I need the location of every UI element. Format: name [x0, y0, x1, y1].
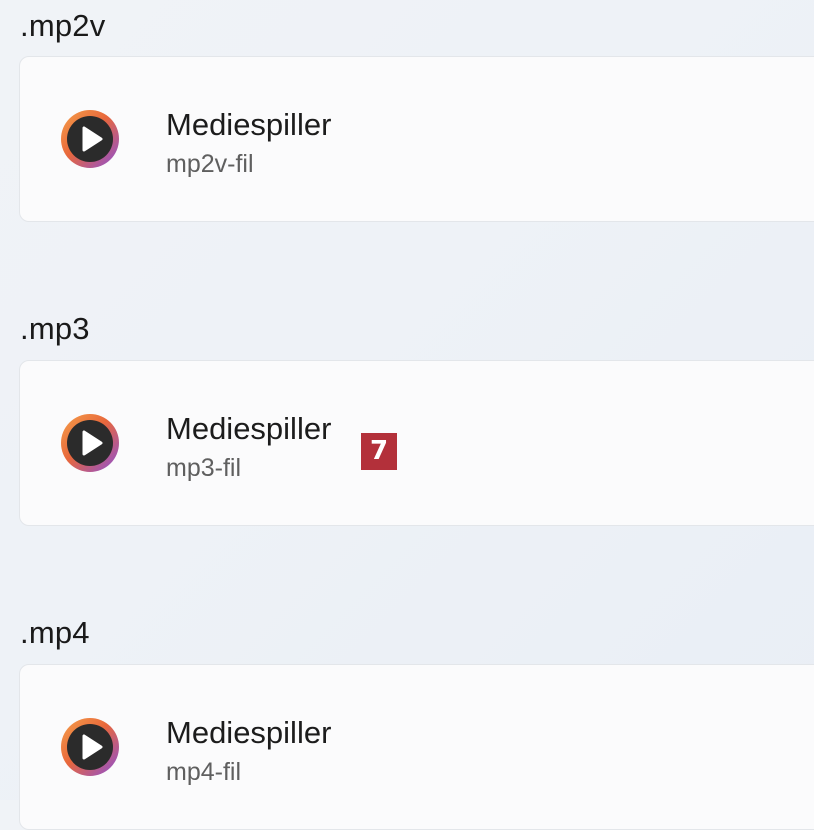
app-name: Mediespiller — [166, 107, 332, 142]
media-player-icon — [61, 110, 119, 168]
file-type-description: mp2v-fil — [166, 150, 254, 178]
default-app-card-mp2v[interactable]: Mediespiller mp2v-fil — [19, 56, 814, 222]
extension-heading: .mp2v — [20, 8, 106, 43]
default-app-card-mp4[interactable]: Mediespiller mp4-fil — [19, 664, 814, 830]
app-name: Mediespiller — [166, 715, 332, 750]
file-type-description: mp3-fil — [166, 454, 242, 482]
extension-heading: .mp3 — [20, 311, 90, 346]
default-app-card-mp3[interactable]: Mediespiller mp3-fil — [19, 360, 814, 526]
extension-heading: .mp4 — [20, 615, 90, 650]
media-player-icon — [61, 414, 119, 472]
media-player-icon — [61, 718, 119, 776]
file-type-description: mp4-fil — [166, 758, 242, 786]
app-name: Mediespiller — [166, 411, 332, 446]
overlay-number-badge: 7 — [361, 433, 397, 470]
